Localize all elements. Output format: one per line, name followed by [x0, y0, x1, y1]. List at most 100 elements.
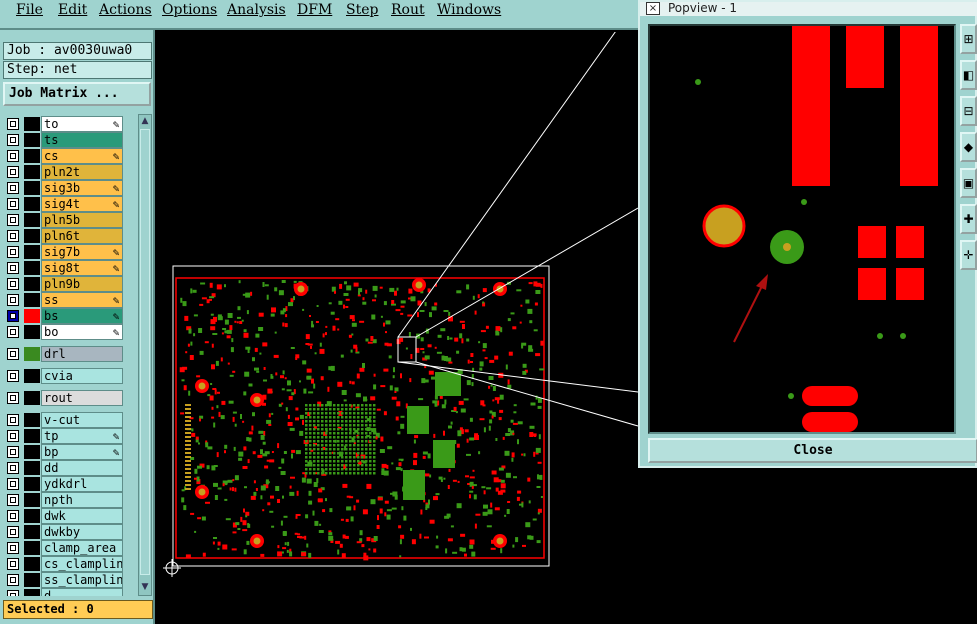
layer-color-swatch[interactable]	[24, 149, 40, 163]
layer-row[interactable]: npth	[4, 492, 126, 508]
menu-analysis[interactable]: Analysis	[227, 2, 286, 18]
layer-name[interactable]: pln9b	[41, 276, 123, 292]
close-icon[interactable]: ×	[646, 2, 660, 15]
layer-row[interactable]: pln2t	[4, 164, 126, 180]
layer-row[interactable]: ts	[4, 132, 126, 148]
layer-row[interactable]: sig7b ✎	[4, 244, 126, 260]
fit-icon[interactable]: ◆	[960, 132, 977, 162]
layer-name[interactable]: sig7b ✎	[41, 244, 123, 260]
layer-row[interactable]: drl	[4, 346, 126, 362]
layer-color-swatch[interactable]	[24, 573, 40, 587]
layer-checkbox[interactable]	[7, 370, 19, 382]
layer-name[interactable]: d	[41, 588, 123, 596]
layer-checkbox[interactable]	[7, 414, 19, 426]
layer-checkbox[interactable]	[7, 214, 19, 226]
layer-color-swatch[interactable]	[24, 117, 40, 131]
layer-checkbox[interactable]	[7, 294, 19, 306]
layer-name[interactable]: bp ✎	[41, 444, 123, 460]
expand-icon[interactable]: ✚	[960, 204, 977, 234]
layer-checkbox[interactable]	[7, 326, 19, 338]
layer-color-swatch[interactable]	[24, 493, 40, 507]
layer-row[interactable]: cs ✎	[4, 148, 126, 164]
layer-checkbox[interactable]	[7, 430, 19, 442]
layer-color-swatch[interactable]	[24, 325, 40, 339]
layer-color-swatch[interactable]	[24, 213, 40, 227]
shrink-icon[interactable]: ✛	[960, 240, 977, 270]
layer-row[interactable]: bs ✎	[4, 308, 126, 324]
layer-name[interactable]: dwkby	[41, 524, 123, 540]
layer-checkbox[interactable]	[7, 166, 19, 178]
layer-name[interactable]: drl	[41, 346, 123, 362]
layer-color-swatch[interactable]	[24, 197, 40, 211]
layer-name[interactable]: clamp_area	[41, 540, 123, 556]
layer-color-swatch[interactable]	[24, 245, 40, 259]
menu-step[interactable]: Step	[346, 2, 378, 18]
popview-close-button[interactable]: Close	[648, 438, 977, 463]
layer-row[interactable]: dwkby	[4, 524, 126, 540]
layer-checkbox[interactable]	[7, 590, 19, 596]
layer-color-swatch[interactable]	[24, 181, 40, 195]
layer-row[interactable]: ydkdrl	[4, 476, 126, 492]
layer-row[interactable]: sig3b ✎	[4, 180, 126, 196]
layer-checkbox[interactable]	[7, 478, 19, 490]
layer-color-swatch[interactable]	[24, 309, 40, 323]
layer-color-swatch[interactable]	[24, 477, 40, 491]
layer-color-swatch[interactable]	[24, 413, 40, 427]
layer-color-swatch[interactable]	[24, 391, 40, 405]
layer-checkbox[interactable]	[7, 246, 19, 258]
layer-row[interactable]: dwk	[4, 508, 126, 524]
layer-color-swatch[interactable]	[24, 429, 40, 443]
layer-row[interactable]: dd	[4, 460, 126, 476]
layer-checkbox[interactable]	[7, 574, 19, 586]
layer-row[interactable]: sig4t ✎	[4, 196, 126, 212]
layer-color-swatch[interactable]	[24, 347, 40, 361]
layer-name[interactable]: tp ✎	[41, 428, 123, 444]
layer-name[interactable]: dwk	[41, 508, 123, 524]
scroll-up-arrow-icon[interactable]: ▲	[139, 115, 151, 127]
layer-color-swatch[interactable]	[24, 557, 40, 571]
layer-name[interactable]: npth	[41, 492, 123, 508]
layer-checkbox[interactable]	[7, 542, 19, 554]
scroll-down-arrow-icon[interactable]: ▼	[139, 581, 151, 593]
layer-row[interactable]: v-cut	[4, 412, 126, 428]
layer-row[interactable]: ss ✎	[4, 292, 126, 308]
layer-color-swatch[interactable]	[24, 509, 40, 523]
layer-row[interactable]: sig8t ✎	[4, 260, 126, 276]
layer-name[interactable]: pln5b	[41, 212, 123, 228]
zoom-out-icon[interactable]: ⊟	[960, 96, 977, 126]
layer-checkbox[interactable]	[7, 310, 19, 322]
menu-edit[interactable]: Edit	[58, 2, 87, 18]
layer-color-swatch[interactable]	[24, 369, 40, 383]
layer-row[interactable]: cs_clampline	[4, 556, 126, 572]
layer-checkbox[interactable]	[7, 230, 19, 242]
menu-file[interactable]: File	[16, 2, 43, 18]
layer-checkbox[interactable]	[7, 278, 19, 290]
layer-name[interactable]: cs_clampline	[41, 556, 123, 572]
layer-color-swatch[interactable]	[24, 525, 40, 539]
layer-checkbox[interactable]	[7, 198, 19, 210]
layer-color-swatch[interactable]	[24, 293, 40, 307]
layer-name[interactable]: cs ✎	[41, 148, 123, 164]
layer-row[interactable]: pln6t	[4, 228, 126, 244]
layer-color-swatch[interactable]	[24, 445, 40, 459]
layer-row[interactable]: pln9b	[4, 276, 126, 292]
pan-icon[interactable]: ◧	[960, 60, 977, 90]
layer-checkbox[interactable]	[7, 182, 19, 194]
layer-checkbox[interactable]	[7, 558, 19, 570]
layer-name[interactable]: rout	[41, 390, 123, 406]
layer-name[interactable]: sig8t ✎	[41, 260, 123, 276]
zoom-tool-icon[interactable]: ▣	[960, 168, 977, 198]
layer-checkbox[interactable]	[7, 392, 19, 404]
layer-checkbox[interactable]	[7, 134, 19, 146]
layer-name[interactable]: ss_clampline	[41, 572, 123, 588]
layer-row[interactable]: ss_clampline	[4, 572, 126, 588]
job-matrix-button[interactable]: Job Matrix ...	[3, 82, 151, 106]
layer-name[interactable]: ts	[41, 132, 123, 148]
layer-row[interactable]: tp ✎	[4, 428, 126, 444]
layer-name[interactable]: bs ✎	[41, 308, 123, 324]
layer-name[interactable]: sig4t ✎	[41, 196, 123, 212]
layer-row[interactable]: bp ✎	[4, 444, 126, 460]
menu-options[interactable]: Options	[162, 2, 217, 18]
layer-row[interactable]: rout	[4, 390, 126, 406]
layer-row[interactable]: to ✎	[4, 116, 126, 132]
